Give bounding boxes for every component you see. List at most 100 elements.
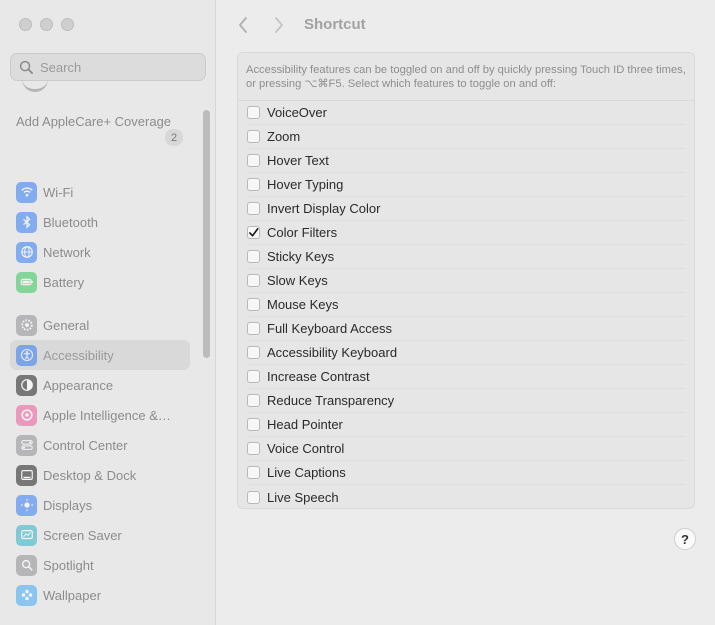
option-row-accessibility-keyboard[interactable]: Accessibility Keyboard <box>247 341 686 365</box>
sidebar-item-label: Spotlight <box>43 557 94 573</box>
option-row-invert-display-color[interactable]: Invert Display Color <box>247 197 686 221</box>
option-row-hover-text[interactable]: Hover Text <box>247 149 686 173</box>
sidebar-item-label: General <box>43 317 90 333</box>
option-row-hover-typing[interactable]: Hover Typing <box>247 173 686 197</box>
sidebar-item-apple-intelligence-and[interactable]: Apple Intelligence &… <box>10 400 190 430</box>
avatar <box>22 74 48 92</box>
sidebar-item-wallpaper[interactable]: Wallpaper <box>10 580 190 610</box>
sidebar-item-bluetooth[interactable]: Bluetooth <box>10 207 190 237</box>
search-input[interactable] <box>40 59 200 75</box>
option-row-reduce-transparency[interactable]: Reduce Transparency <box>247 389 686 413</box>
window-controls <box>19 18 74 31</box>
sidebar-item-label: Screen Saver <box>43 527 122 543</box>
sidebar-item-label: Appearance <box>43 377 114 393</box>
option-label: Head Pointer <box>267 417 343 432</box>
option-row-live-captions[interactable]: Live Captions <box>247 461 686 485</box>
sidebar-item-appearance[interactable]: Appearance <box>10 370 190 400</box>
sidebar-item-label: Desktop & Dock <box>43 467 137 483</box>
option-row-voiceover[interactable]: VoiceOver <box>247 101 686 125</box>
sidebar-item-desktop-and-dock[interactable]: Desktop & Dock <box>10 460 190 490</box>
option-row-color-filters[interactable]: Color Filters <box>247 221 686 245</box>
chevron-left-icon <box>239 17 247 33</box>
option-row-increase-contrast[interactable]: Increase Contrast <box>247 365 686 389</box>
sidebar-item-control-center[interactable]: Control Center <box>10 430 190 460</box>
checkbox-hover-typing[interactable] <box>247 178 260 191</box>
search-icon <box>19 60 33 74</box>
sidebar-item-label: Displays <box>43 497 93 513</box>
sidebar-item-battery[interactable]: Battery <box>10 267 190 297</box>
sidebar-item-label: Battery <box>43 274 85 290</box>
checkbox-increase-contrast[interactable] <box>247 370 260 383</box>
option-row-head-pointer[interactable]: Head Pointer <box>247 413 686 437</box>
sidebar-item-network[interactable]: Network <box>10 237 190 267</box>
option-row-mouse-keys[interactable]: Mouse Keys <box>247 293 686 317</box>
sidebar-group-connectivity: Wi-Fi Bluetooth Network Battery <box>10 177 190 297</box>
checkbox-hover-text[interactable] <box>247 154 260 167</box>
screen-saver-icon <box>16 524 37 546</box>
help-button[interactable]: ? <box>674 528 696 550</box>
sidebar-item-label: Bluetooth <box>43 214 98 230</box>
accessibility-icon <box>16 344 37 366</box>
option-label: Accessibility Keyboard <box>267 345 398 360</box>
sidebar-scrollbar[interactable] <box>203 110 210 358</box>
option-label: Voice Control <box>267 441 345 456</box>
checkbox-live-speech[interactable] <box>247 490 260 504</box>
sidebar-item-label: Network <box>43 244 91 260</box>
battery-icon <box>16 271 37 293</box>
dock-icon <box>16 464 37 486</box>
back-button[interactable] <box>233 14 253 36</box>
applecare-label: Add AppleCare+ Coverage <box>16 114 172 129</box>
wifi-icon <box>16 181 37 203</box>
option-row-sticky-keys[interactable]: Sticky Keys <box>247 245 686 269</box>
checkbox-voice-control[interactable] <box>247 442 260 455</box>
option-label: Sticky Keys <box>267 249 335 264</box>
option-row-zoom[interactable]: Zoom <box>247 125 686 149</box>
checkbox-slow-keys[interactable] <box>247 274 260 287</box>
checkbox-full-keyboard-access[interactable] <box>247 322 260 335</box>
checkbox-zoom[interactable] <box>247 130 260 143</box>
checkbox-live-captions[interactable] <box>247 466 260 479</box>
checkbox-color-filters[interactable] <box>247 226 260 239</box>
checkbox-mouse-keys[interactable] <box>247 298 260 311</box>
forward-button[interactable] <box>269 14 289 36</box>
displays-icon <box>16 494 37 516</box>
option-label: Live Captions <box>267 465 346 480</box>
checkbox-invert-display-color[interactable] <box>247 202 260 215</box>
sidebar-item-displays[interactable]: Displays <box>10 490 190 520</box>
option-label: Mouse Keys <box>267 297 339 312</box>
option-label: Zoom <box>267 129 301 144</box>
checkbox-accessibility-keyboard[interactable] <box>247 346 260 359</box>
checkbox-reduce-transparency[interactable] <box>247 394 260 407</box>
sidebar-item-spotlight[interactable]: Spotlight <box>10 550 190 580</box>
zoom-window-button[interactable] <box>61 18 74 31</box>
option-row-full-keyboard-access[interactable]: Full Keyboard Access <box>247 317 686 341</box>
shortcut-panel: Accessibility features can be toggled on… <box>237 52 695 509</box>
option-label: Live Speech <box>267 489 339 505</box>
shortcut-description: Accessibility features can be toggled on… <box>238 53 694 101</box>
sidebar-item-accessibility[interactable]: Accessibility <box>10 340 190 370</box>
option-label: VoiceOver <box>267 105 327 120</box>
system-settings-window: Add AppleCare+ Coverage 2 Wi-Fi Bluetooth… <box>0 0 715 625</box>
option-label: Invert Display Color <box>267 201 381 216</box>
shortcut-option-list: VoiceOver Zoom Hover Text Hover Typing Inver… <box>238 101 694 509</box>
checkbox-voiceover[interactable] <box>247 106 260 119</box>
option-row-voice-control[interactable]: Voice Control <box>247 437 686 461</box>
sidebar-item-wi-fi[interactable]: Wi-Fi <box>10 177 190 207</box>
sidebar-item-label: Control Center <box>43 437 128 453</box>
sidebar-item-screen-saver[interactable]: Screen Saver <box>10 520 190 550</box>
spotlight-icon <box>16 554 37 576</box>
close-window-button[interactable] <box>19 18 32 31</box>
option-row-slow-keys[interactable]: Slow Keys <box>247 269 686 293</box>
main-content: Shortcut Accessibility features can be t… <box>217 0 715 625</box>
minimize-window-button[interactable] <box>40 18 53 31</box>
wallpaper-icon <box>16 584 37 606</box>
appearance-icon <box>16 374 37 396</box>
option-label: Reduce Transparency <box>267 393 395 408</box>
control-center-icon <box>16 434 37 456</box>
sidebar-item-general[interactable]: General <box>10 310 190 340</box>
checkbox-sticky-keys[interactable] <box>247 250 260 263</box>
option-row-live-speech[interactable]: Live Speech <box>247 485 686 509</box>
option-label: Slow Keys <box>267 273 328 288</box>
checkbox-head-pointer[interactable] <box>247 418 260 431</box>
applecare-item[interactable]: Add AppleCare+ Coverage <box>16 114 186 130</box>
